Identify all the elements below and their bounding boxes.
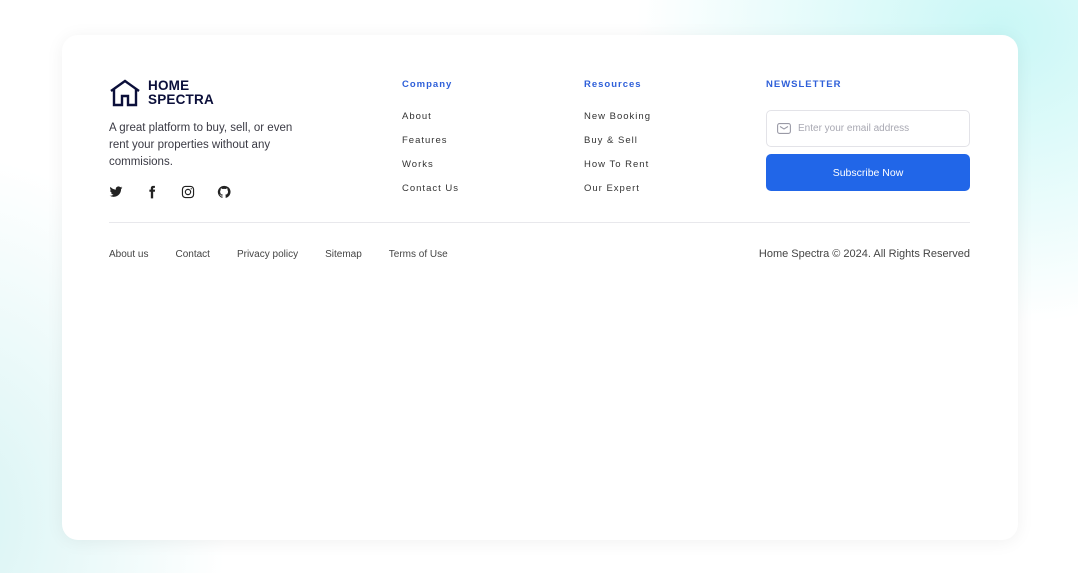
resources-link-our-expert[interactable]: Our Expert <box>584 183 651 207</box>
twitter-icon[interactable] <box>109 185 123 199</box>
resources-link-new-booking[interactable]: New Booking <box>584 111 651 135</box>
bottom-link-terms-of-use[interactable]: Terms of Use <box>389 249 448 260</box>
bottom-links: About us Contact Privacy policy Sitemap … <box>109 249 475 260</box>
brand-name-line1: HOME <box>148 78 190 93</box>
email-field[interactable] <box>766 110 970 147</box>
bottom-link-contact[interactable]: Contact <box>175 249 209 260</box>
subscribe-button[interactable]: Subscribe Now <box>766 154 970 191</box>
company-link-contact-us[interactable]: Contact Us <box>402 183 459 207</box>
resources-link-how-to-rent[interactable]: How To Rent <box>584 159 651 183</box>
brand-logo[interactable]: HOME SPECTRA <box>109 79 214 107</box>
facebook-icon[interactable] <box>145 185 159 199</box>
company-link-about[interactable]: About <box>402 111 459 135</box>
resources-title: Resources <box>584 79 642 90</box>
newsletter-title: NEWSLETTER <box>766 79 842 90</box>
email-input[interactable] <box>798 123 958 134</box>
house-outline-icon <box>110 79 140 107</box>
resources-link-buy-sell[interactable]: Buy & Sell <box>584 135 651 159</box>
brand-name-line2: SPECTRA <box>148 92 214 107</box>
company-column: Company About Features Works Contact Us <box>402 79 459 207</box>
bottom-link-privacy-policy[interactable]: Privacy policy <box>237 249 298 260</box>
company-link-works[interactable]: Works <box>402 159 459 183</box>
newsletter-section: NEWSLETTER Subscribe Now <box>766 79 970 191</box>
brand-description: A great platform to buy, sell, or even r… <box>109 122 293 168</box>
footer-divider <box>109 222 970 223</box>
resources-column: Resources New Booking Buy & Sell How To … <box>584 79 651 207</box>
mail-icon <box>777 123 791 134</box>
brand-name: HOME SPECTRA <box>148 79 214 107</box>
github-icon[interactable] <box>217 185 231 199</box>
bottom-link-about-us[interactable]: About us <box>109 249 148 260</box>
instagram-icon[interactable] <box>181 185 195 199</box>
copyright-text: Home Spectra © 2024. All Rights Reserved <box>758 248 970 260</box>
company-link-features[interactable]: Features <box>402 135 459 159</box>
bottom-link-sitemap[interactable]: Sitemap <box>325 249 362 260</box>
company-title: Company <box>402 79 453 90</box>
footer-card: HOME SPECTRA A great platform to buy, se… <box>62 35 1018 540</box>
social-links <box>109 185 253 199</box>
